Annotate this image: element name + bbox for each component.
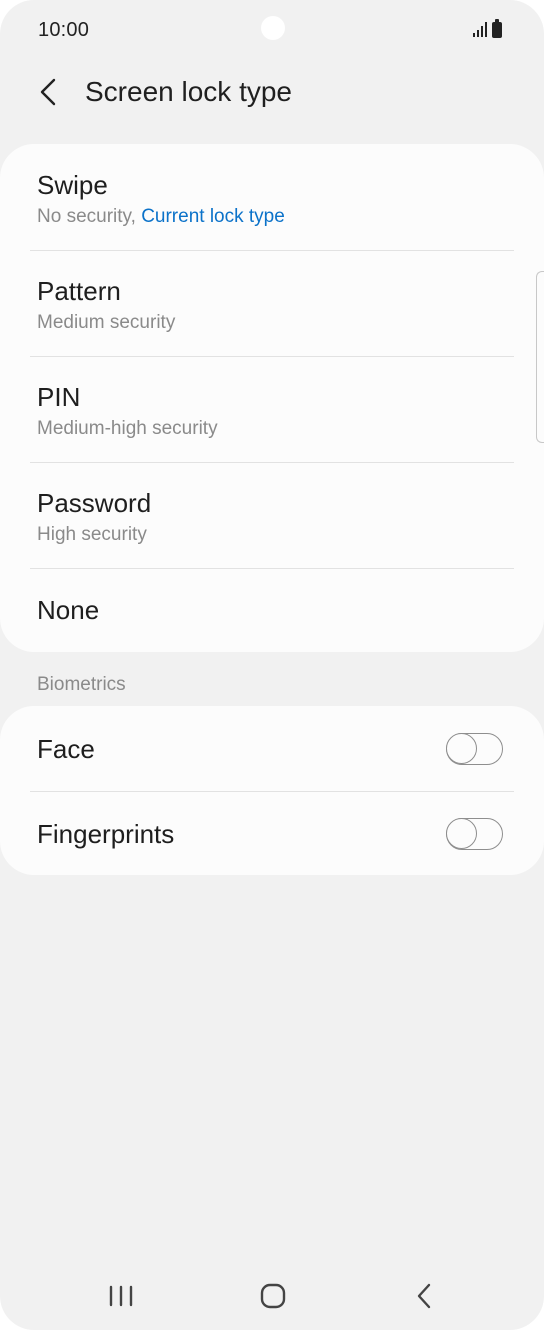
system-back-button[interactable] bbox=[395, 1262, 455, 1330]
lock-option-title: PIN bbox=[37, 382, 81, 412]
biometrics-section-header: Biometrics bbox=[37, 674, 126, 695]
biometric-title: Face bbox=[37, 734, 95, 764]
signal-icon bbox=[473, 22, 487, 37]
biometric-title: Fingerprints bbox=[37, 819, 175, 849]
lock-option-pin[interactable]: PIN Medium-high security bbox=[0, 357, 544, 462]
back-arrow-icon bbox=[40, 78, 56, 106]
face-toggle[interactable] bbox=[446, 733, 503, 765]
recents-icon bbox=[109, 1285, 133, 1307]
toggle-knob bbox=[446, 818, 477, 849]
navigation-bar bbox=[0, 1262, 544, 1330]
lock-option-password[interactable]: Password High security bbox=[0, 463, 544, 568]
biometric-fingerprints-row[interactable]: Fingerprints bbox=[0, 792, 544, 875]
lock-option-subtitle: High security bbox=[37, 524, 147, 545]
lock-option-swipe[interactable]: Swipe No security, Current lock type bbox=[0, 144, 544, 250]
status-time: 10:00 bbox=[38, 19, 90, 41]
status-bar: 10:00 bbox=[0, 0, 544, 60]
home-icon bbox=[260, 1283, 286, 1309]
front-camera bbox=[261, 16, 285, 40]
battery-icon bbox=[492, 19, 502, 38]
scrollbar[interactable] bbox=[536, 271, 544, 443]
lock-option-title: None bbox=[37, 595, 100, 625]
page-title: Screen lock type bbox=[85, 76, 292, 107]
lock-option-subtitle: Medium security bbox=[37, 312, 176, 333]
lock-option-none[interactable]: None bbox=[0, 569, 544, 652]
toggle-knob bbox=[446, 733, 477, 764]
home-button[interactable] bbox=[243, 1262, 303, 1330]
fingerprints-toggle[interactable] bbox=[446, 818, 503, 850]
lock-option-pattern[interactable]: Pattern Medium security bbox=[0, 251, 544, 356]
lock-option-subtitle: No security, Current lock type bbox=[37, 206, 285, 228]
biometrics-card: Face Fingerprints bbox=[0, 706, 544, 875]
security-level: No security, bbox=[37, 206, 142, 227]
back-icon bbox=[417, 1283, 431, 1309]
app-header: Screen lock type bbox=[0, 62, 544, 122]
status-icons bbox=[472, 19, 508, 38]
lock-option-subtitle: Medium-high security bbox=[37, 418, 218, 439]
back-button[interactable] bbox=[28, 70, 68, 114]
current-lock-label: Current lock type bbox=[141, 206, 285, 227]
lock-option-title: Pattern bbox=[37, 276, 121, 306]
biometric-face-row[interactable]: Face bbox=[0, 706, 544, 791]
lock-option-title: Password bbox=[37, 488, 152, 518]
lock-type-card: Swipe No security, Current lock type Pat… bbox=[0, 144, 544, 652]
phone-screen: 10:00 Screen lock type Swipe No security… bbox=[0, 0, 544, 1330]
lock-option-title: Swipe bbox=[37, 170, 108, 200]
recents-button[interactable] bbox=[91, 1262, 151, 1330]
